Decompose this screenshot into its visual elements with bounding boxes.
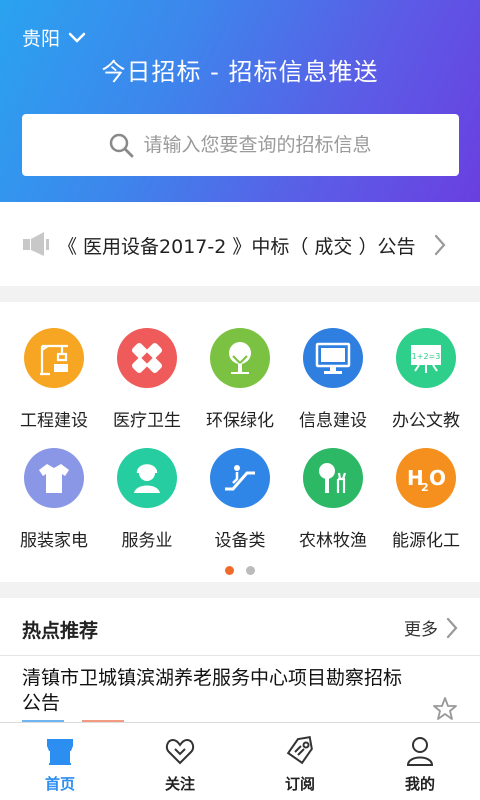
- search-bar[interactable]: [22, 114, 459, 176]
- escalator-icon: [210, 448, 270, 508]
- tab-home[interactable]: 首页: [0, 723, 120, 800]
- announcement-bar[interactable]: 《 医用设备2017-2 》中标（ 成交 ）公告: [0, 202, 480, 286]
- category-label: 设备类: [214, 531, 266, 551]
- category-label: 农林牧渔: [299, 531, 367, 551]
- city-label: 贵阳: [22, 28, 61, 50]
- category-apparel[interactable]: 服装家电: [6, 448, 102, 568]
- tree-deer-icon: [303, 448, 363, 508]
- svg-text:O: O: [429, 466, 446, 490]
- tab-label: 关注: [164, 775, 195, 793]
- category-office[interactable]: 1+2=3 办公文教: [378, 328, 474, 448]
- user-icon: [406, 737, 434, 766]
- category-services[interactable]: 服务业: [99, 448, 195, 568]
- city-selector[interactable]: 贵阳: [22, 24, 86, 51]
- category-label: 服装家电: [20, 531, 88, 551]
- category-label: 信息建设: [299, 411, 367, 431]
- page-indicator: [0, 560, 480, 579]
- category-equipment[interactable]: 设备类: [192, 448, 288, 568]
- megaphone-icon: [23, 232, 49, 256]
- category-label: 能源化工: [392, 531, 460, 551]
- heart-icon: [165, 738, 195, 765]
- home-store-icon: [47, 739, 73, 765]
- star-icon[interactable]: [432, 696, 458, 722]
- search-icon: [109, 133, 133, 158]
- svg-text:2: 2: [421, 481, 429, 493]
- chevron-right-icon: [446, 617, 458, 638]
- tab-subscribe[interactable]: 订阅: [240, 723, 360, 800]
- medical-cross-icon: [117, 328, 177, 388]
- chevron-right-icon: [434, 234, 446, 256]
- section-title: 热点推荐: [22, 620, 99, 642]
- page-dot-active[interactable]: [225, 566, 235, 575]
- category-engineering[interactable]: 工程建设: [6, 328, 102, 448]
- tab-follow[interactable]: 关注: [120, 723, 240, 800]
- category-agriculture[interactable]: 农林牧渔: [285, 448, 381, 568]
- category-label: 环保绿化: [206, 411, 274, 431]
- header: 贵阳 今日招标 - 招标信息推送: [0, 0, 480, 202]
- chevron-down-icon: [68, 32, 86, 43]
- category-energy[interactable]: H2O 能源化工: [378, 448, 474, 568]
- tree-icon: [210, 328, 270, 388]
- category-label: 医疗卫生: [113, 411, 181, 431]
- tab-label: 我的: [404, 775, 435, 793]
- search-input[interactable]: [143, 134, 374, 156]
- tab-label: 首页: [44, 775, 75, 793]
- category-information[interactable]: 信息建设: [285, 328, 381, 448]
- category-grid: 工程建设 医疗卫生 环保绿化 信息建设 1+2=3 办公文教 服装家电 服务业 …: [0, 302, 480, 582]
- tab-label: 订阅: [284, 775, 315, 793]
- announcement-text: 《 医用设备2017-2 》中标（ 成交 ）公告: [58, 236, 416, 258]
- page-title: 今日招标 - 招标信息推送: [101, 58, 379, 86]
- list-item-title: 清镇市卫城镇滨湖养老服务中心项目勘察招标公告: [22, 667, 403, 714]
- crane-icon: [24, 328, 84, 388]
- list-item[interactable]: 清镇市卫城镇滨湖养老服务中心项目勘察招标公告: [0, 656, 480, 724]
- hot-section-header: 热点推荐 更多: [0, 598, 480, 656]
- category-medical[interactable]: 医疗卫生: [99, 328, 195, 448]
- category-environment[interactable]: 环保绿化: [192, 328, 288, 448]
- page-dot[interactable]: [245, 566, 255, 575]
- svg-text:1+2=3: 1+2=3: [412, 352, 441, 361]
- tag-icon: [286, 735, 313, 765]
- category-label: 办公文教: [392, 411, 460, 431]
- tab-profile[interactable]: 我的: [360, 723, 480, 800]
- blackboard-icon: 1+2=3: [396, 328, 456, 388]
- category-label: 服务业: [121, 531, 173, 551]
- bottom-tab-bar: 首页 关注 订阅 我的: [0, 722, 480, 800]
- more-label: 更多: [404, 620, 438, 640]
- category-label: 工程建设: [20, 411, 88, 431]
- shirt-icon: [24, 448, 84, 508]
- h2o-icon: H2O: [396, 448, 456, 508]
- service-person-icon: [117, 448, 177, 508]
- monitor-icon: [303, 328, 363, 388]
- more-link[interactable]: 更多: [404, 615, 458, 640]
